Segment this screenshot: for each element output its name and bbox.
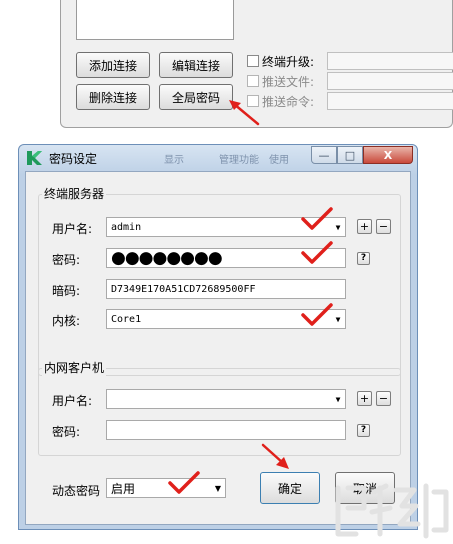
intranet-client-group-title: 内网客户机 <box>42 359 107 376</box>
dynamic-password-label: 动态密码 <box>52 484 101 498</box>
faint-title-text-a: 显示 <box>164 155 184 166</box>
connection-list[interactable] <box>76 0 234 40</box>
add-connection-button[interactable]: 添加连接 <box>76 52 150 78</box>
kernel-select[interactable]: Core1 ▼ <box>106 309 346 329</box>
close-button[interactable]: X <box>363 146 413 164</box>
terminal-upgrade-checkbox[interactable] <box>247 55 259 67</box>
ok-button[interactable]: 确定 <box>260 472 320 504</box>
terminal-upgrade-field[interactable] <box>327 52 453 70</box>
server-password-help-icon[interactable]: ? <box>357 252 370 265</box>
add-client-user-button[interactable]: + <box>357 391 372 406</box>
minimize-button[interactable]: — <box>311 146 337 164</box>
edit-connection-button[interactable]: 编辑连接 <box>159 52 233 78</box>
server-username-label: 用户名: <box>52 222 93 236</box>
delete-connection-button[interactable]: 删除连接 <box>76 84 150 110</box>
server-username-value: admin <box>111 221 142 233</box>
password-settings-dialog: 密码设定 显示 管理功能 使用 — □ X 终端服务器 用户名: admin ▼… <box>18 144 418 530</box>
push-file-field[interactable] <box>327 72 453 90</box>
faint-title-text-b: 管理功能 <box>219 155 259 166</box>
push-command-label: 推送命令: <box>262 94 315 109</box>
chevron-down-icon[interactable]: ▼ <box>211 484 225 493</box>
cancel-button[interactable]: 取消 <box>335 472 395 504</box>
server-password-label: 密码: <box>52 253 81 267</box>
dynamic-password-select[interactable]: 启用 ▼ <box>106 478 226 498</box>
terminal-server-group-title: 终端服务器 <box>42 185 107 202</box>
faint-title-text-c: 使用 <box>269 155 289 166</box>
chevron-down-icon[interactable]: ▼ <box>331 315 345 324</box>
client-password-help-icon[interactable]: ? <box>357 424 370 437</box>
background-window: 添加连接 编辑连接 删除连接 全局密码 终端升级: 推送文件: 推送命令: <box>60 0 453 128</box>
client-password-input[interactable] <box>106 420 346 440</box>
app-logo-icon <box>27 151 42 165</box>
client-username-label: 用户名: <box>52 394 93 408</box>
push-file-option[interactable]: 推送文件: <box>247 71 314 91</box>
push-file-label: 推送文件: <box>262 74 315 89</box>
chevron-down-icon[interactable]: ▼ <box>331 223 345 232</box>
remove-client-user-button[interactable]: − <box>376 391 391 406</box>
client-username-combo[interactable]: ▼ <box>106 389 346 409</box>
global-password-button[interactable]: 全局密码 <box>159 84 233 110</box>
push-command-option[interactable]: 推送命令: <box>247 91 314 111</box>
chevron-down-icon[interactable]: ▼ <box>331 395 345 404</box>
dialog-client-area: 终端服务器 用户名: admin ▼ + − 密码: ●●●●●●●● ? 暗码… <box>25 171 411 525</box>
client-password-label: 密码: <box>52 425 81 439</box>
kernel-label: 内核: <box>52 314 81 328</box>
cipher-input[interactable]: D7349E170A51CD72689500FF <box>106 279 346 299</box>
push-file-checkbox[interactable] <box>247 75 259 87</box>
terminal-upgrade-option[interactable]: 终端升级: <box>247 51 314 71</box>
server-password-input[interactable]: ●●●●●●●● <box>106 248 346 268</box>
terminal-upgrade-label: 终端升级: <box>262 54 315 69</box>
remove-server-user-button[interactable]: − <box>376 219 391 234</box>
push-command-checkbox[interactable] <box>247 95 259 107</box>
cipher-label: 暗码: <box>52 284 81 298</box>
intranet-client-group <box>38 368 401 456</box>
server-username-combo[interactable]: admin ▼ <box>106 217 346 237</box>
add-server-user-button[interactable]: + <box>357 219 372 234</box>
kernel-value: Core1 <box>111 313 142 325</box>
push-command-field[interactable] <box>327 92 453 110</box>
dynamic-password-value: 启用 <box>111 481 136 496</box>
dialog-titlebar[interactable]: 密码设定 显示 管理功能 使用 — □ X <box>19 145 417 171</box>
maximize-button[interactable]: □ <box>337 146 363 164</box>
dialog-title: 密码设定 <box>49 152 98 166</box>
